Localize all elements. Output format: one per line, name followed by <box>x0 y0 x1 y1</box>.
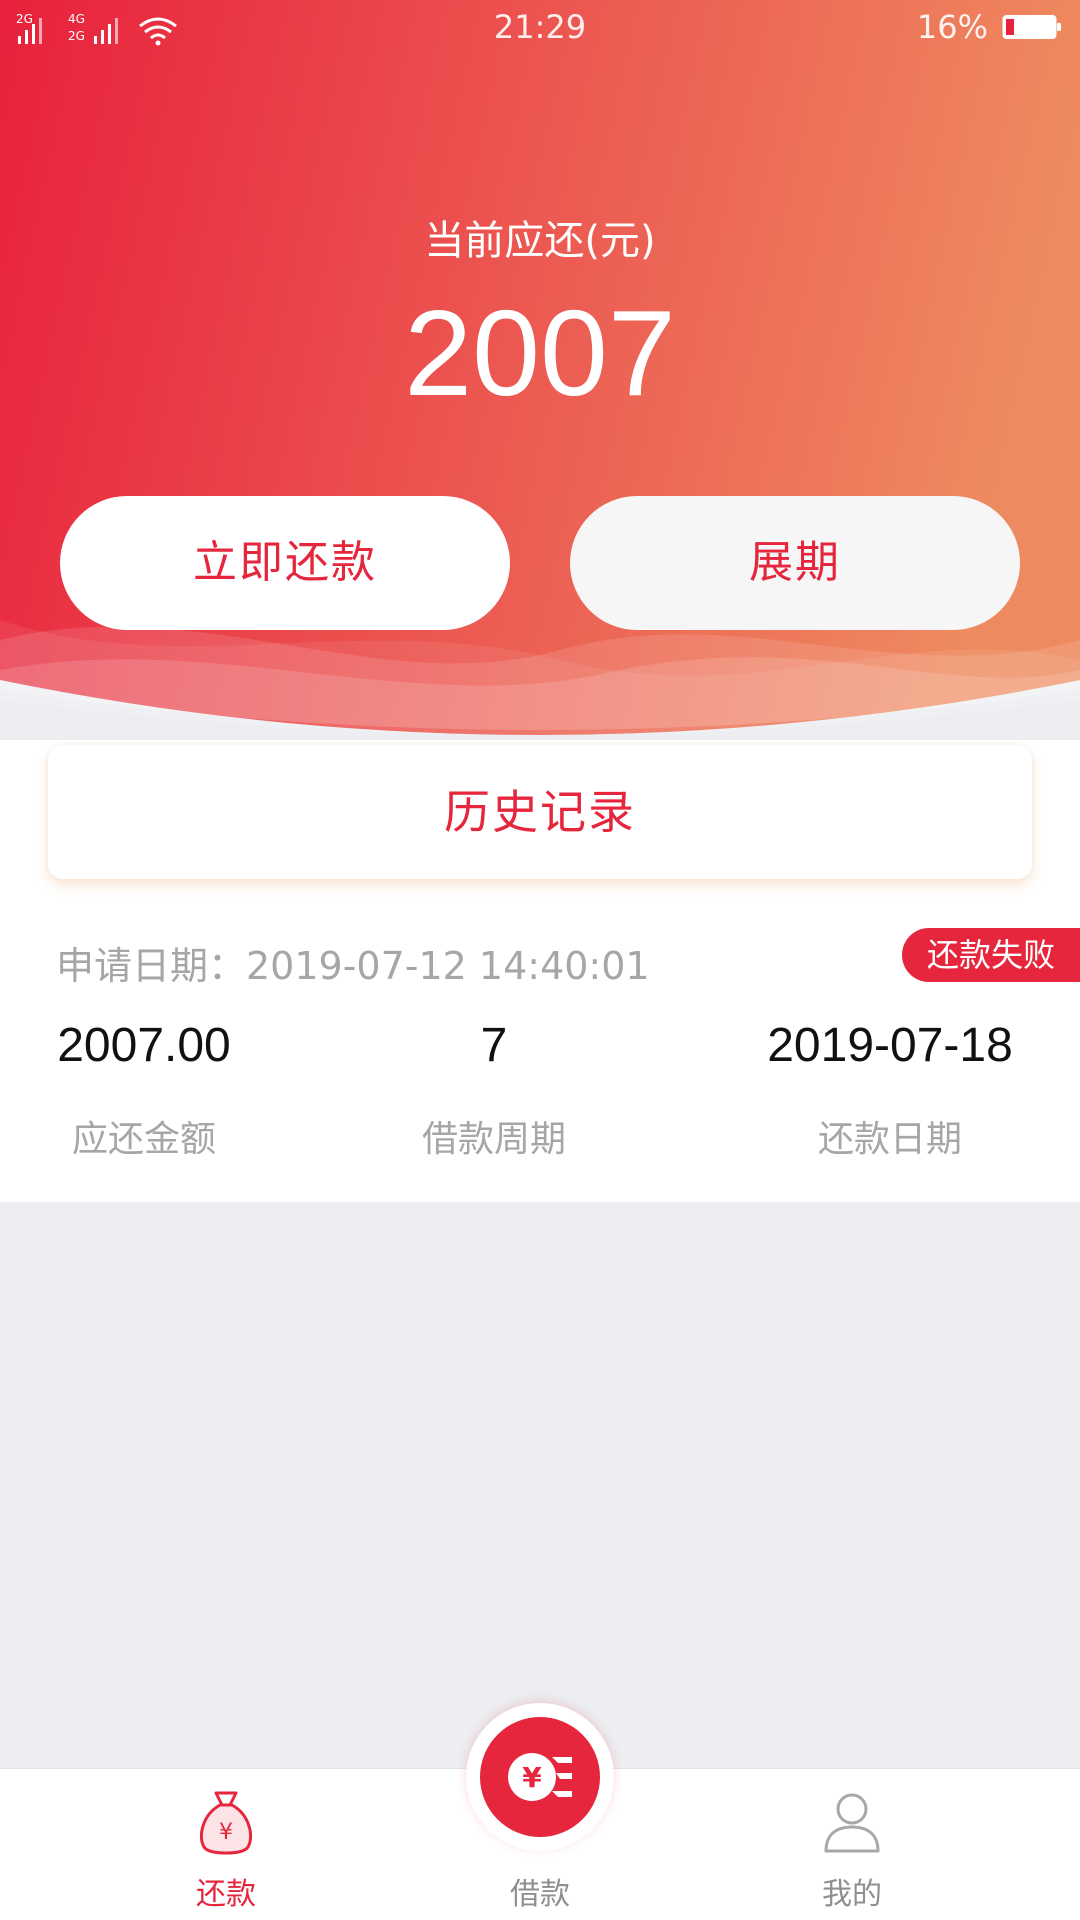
money-bag-icon: ¥ <box>199 1791 253 1855</box>
yen-coin-icon: ¥ <box>508 1753 572 1801</box>
loan-period-label: 借款周期 <box>421 1119 566 1160</box>
nav-repay[interactable]: ¥ 还款 <box>126 1769 326 1920</box>
repay-now-button[interactable]: 立即还款 <box>60 496 510 630</box>
battery-percent: 16% <box>916 8 988 46</box>
loan-fab[interactable]: ¥ <box>466 1703 614 1851</box>
apply-date: 申请日期：2019-07-12 14:40:01 <box>56 944 650 988</box>
status-badge: 还款失败 <box>902 928 1080 982</box>
loan-fab-circle[interactable]: ¥ <box>480 1717 600 1837</box>
svg-text:¥: ¥ <box>219 1820 233 1845</box>
nav-mine[interactable]: 我的 <box>752 1769 952 1920</box>
history-button[interactable]: 历史记录 <box>48 745 1032 879</box>
due-date-label: 还款日期 <box>817 1119 962 1160</box>
amount-due-label: 当前应还(元) <box>424 218 656 264</box>
svg-text:¥: ¥ <box>522 1761 542 1794</box>
extend-button[interactable]: 展期 <box>570 496 1020 630</box>
amount-due-record-label: 应还金额 <box>71 1119 216 1160</box>
nav-repay-label: 还款 <box>196 1877 256 1912</box>
due-date-value: 2019-07-18 <box>767 1019 1013 1072</box>
nav-loan-label: 借款 <box>510 1877 570 1912</box>
nav-mine-label: 我的 <box>822 1877 882 1912</box>
battery-icon <box>1002 15 1061 39</box>
user-icon <box>824 1793 880 1853</box>
amount-due-record: 2007.00 <box>57 1019 231 1072</box>
status-bar: 2G 4G 2G 21:29 16% <box>0 0 1080 56</box>
loan-period-value: 7 <box>480 1019 508 1072</box>
amount-due-value: 2007 <box>404 285 676 421</box>
